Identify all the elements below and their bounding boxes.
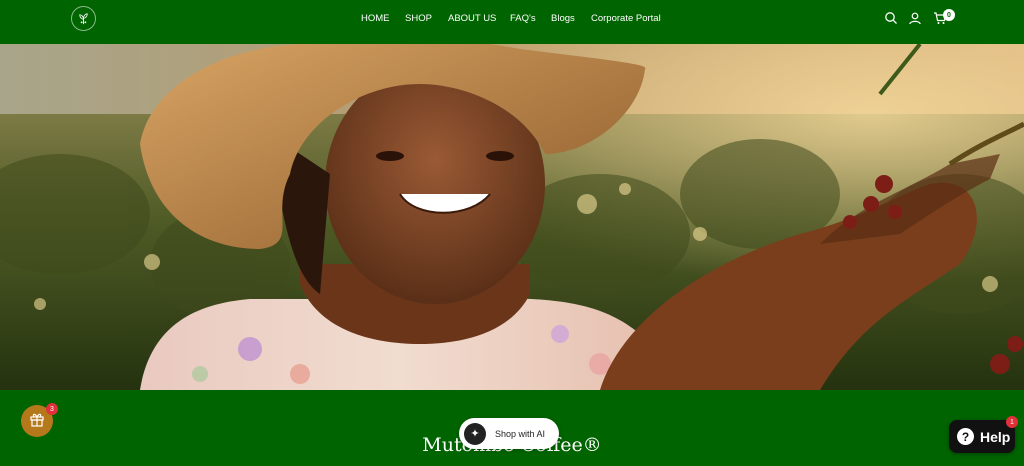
sparkle-icon: ✦ (464, 422, 486, 445)
help-button[interactable]: ? Help (949, 420, 1015, 453)
search-icon[interactable] (884, 11, 898, 25)
gift-icon (29, 411, 45, 432)
shop-with-ai-label: Shop with AI (495, 428, 546, 439)
user-icon[interactable] (908, 11, 922, 25)
cart-count-badge: 0 (943, 9, 955, 21)
coffee-plant-logo-icon[interactable] (71, 6, 96, 31)
nav-about-us[interactable]: ABOUT US (448, 13, 496, 24)
nav-home[interactable]: HOME (361, 13, 390, 24)
shop-with-ai-button[interactable]: ✦ Shop with AI (459, 418, 559, 449)
site-header: HOME SHOP ABOUT US FAQ's Blogs Corporate… (0, 0, 1024, 44)
hero-banner-image (0, 44, 1024, 390)
nav-faqs[interactable]: FAQ's (510, 13, 536, 24)
help-count-badge: 1 (1006, 416, 1018, 428)
nav-shop[interactable]: SHOP (405, 13, 432, 24)
nav-blogs[interactable]: Blogs (551, 13, 575, 24)
nav-corporate-portal[interactable]: Corporate Portal (591, 13, 661, 24)
rewards-count-badge: 3 (46, 403, 58, 415)
help-label: Help (980, 428, 1011, 445)
help-icon: ? (957, 428, 974, 445)
